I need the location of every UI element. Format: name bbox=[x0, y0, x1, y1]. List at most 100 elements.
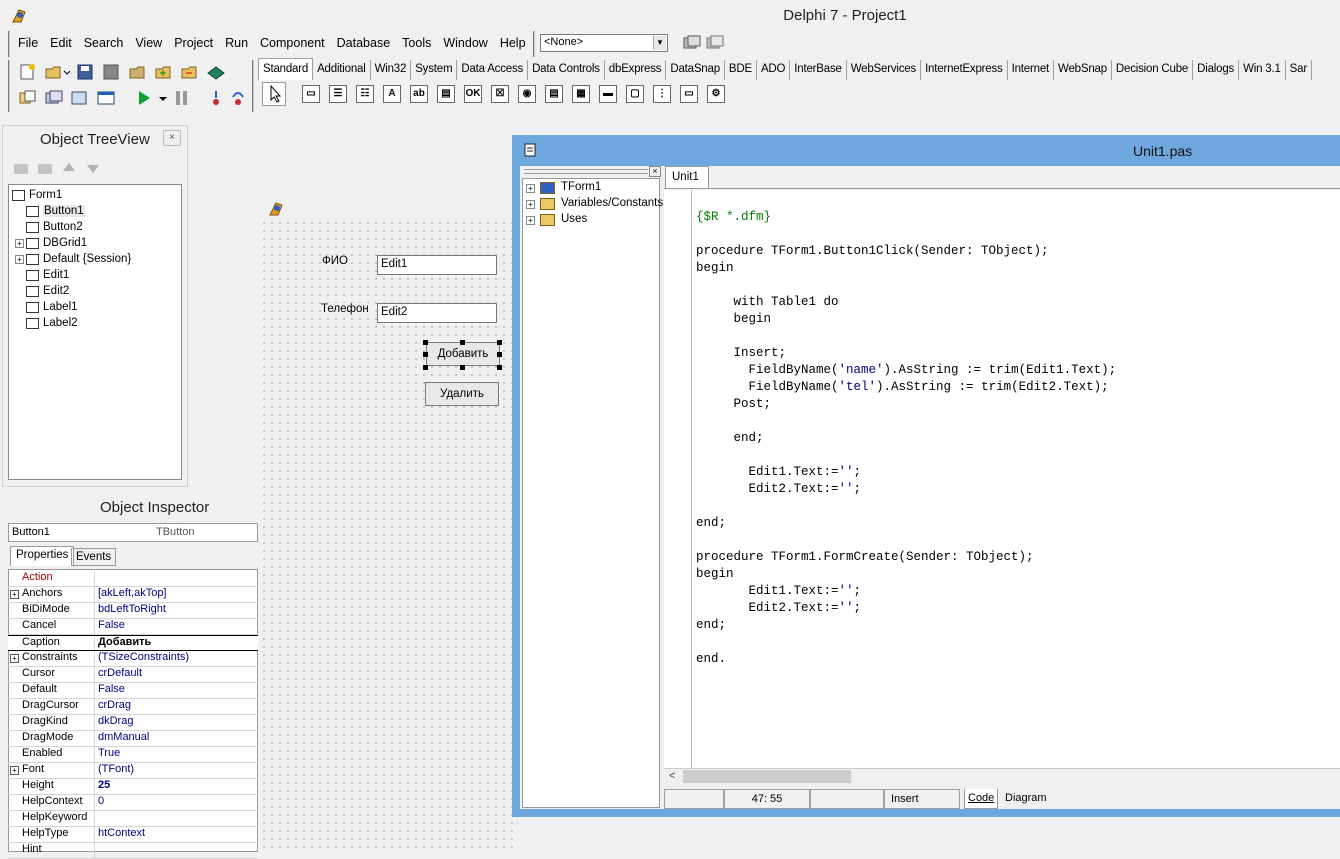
tab-properties[interactable]: Properties bbox=[10, 546, 75, 566]
menu-component[interactable]: Component bbox=[254, 33, 331, 55]
button-icon[interactable]: OK bbox=[464, 85, 482, 103]
property-row[interactable]: Cursor crDefault bbox=[8, 667, 258, 683]
pointer-tool[interactable] bbox=[262, 82, 286, 106]
property-value[interactable]: crDrag bbox=[95, 699, 131, 714]
palette-tab-dbexpress[interactable]: dbExpress bbox=[605, 60, 667, 80]
panel-icon[interactable]: ▭ bbox=[680, 85, 698, 103]
palette-tab-websnap[interactable]: WebSnap bbox=[1054, 60, 1112, 80]
property-value[interactable] bbox=[95, 843, 98, 858]
selection-handle[interactable] bbox=[423, 365, 428, 370]
tree-item[interactable]: + DBGrid1 bbox=[15, 235, 87, 251]
property-value[interactable]: False bbox=[95, 683, 125, 698]
delete-item-icon[interactable] bbox=[36, 160, 54, 176]
new-item-icon[interactable] bbox=[12, 160, 30, 176]
palette-tab-bde[interactable]: BDE bbox=[725, 60, 757, 80]
run-icon[interactable] bbox=[136, 89, 152, 107]
menu-tools[interactable]: Tools bbox=[396, 33, 437, 55]
view-form-icon[interactable] bbox=[706, 35, 724, 54]
property-value[interactable] bbox=[95, 811, 98, 826]
menu-window[interactable]: Window bbox=[437, 33, 493, 55]
help-book-icon[interactable] bbox=[206, 63, 228, 81]
palette-tab-standard[interactable]: Standard bbox=[258, 58, 314, 80]
view-form-list-icon[interactable] bbox=[44, 89, 64, 107]
property-row[interactable]: + Constraints (TSizeConstraints) bbox=[8, 651, 258, 667]
move-up-icon[interactable] bbox=[60, 160, 78, 176]
open-project-icon[interactable] bbox=[128, 63, 148, 81]
explorer-item-label[interactable]: Variables/Constants bbox=[561, 197, 663, 209]
pause-icon[interactable] bbox=[174, 89, 190, 107]
combobox-icon[interactable]: ▦ bbox=[572, 85, 590, 103]
selection-handle[interactable] bbox=[497, 340, 502, 345]
radiogroup-icon[interactable]: ⋮ bbox=[653, 85, 671, 103]
object-selector[interactable]: Button1 TButton bbox=[8, 523, 258, 542]
property-value[interactable]: (TSizeConstraints) bbox=[95, 651, 189, 666]
remove-file-icon[interactable] bbox=[180, 63, 200, 81]
tab-events[interactable]: Events bbox=[71, 548, 117, 566]
property-row[interactable]: Enabled True bbox=[8, 747, 258, 763]
tree-item[interactable]: Label1 bbox=[15, 299, 78, 315]
frame-icon[interactable]: ▭ bbox=[302, 85, 320, 103]
selection-handle[interactable] bbox=[460, 365, 465, 370]
expand-icon[interactable]: + bbox=[10, 654, 19, 663]
palette-tab-system[interactable]: System bbox=[411, 60, 458, 80]
menu-help[interactable]: Help bbox=[494, 33, 532, 55]
add-file-icon[interactable] bbox=[154, 63, 174, 81]
palette-tab-data-controls[interactable]: Data Controls bbox=[528, 60, 605, 80]
selection-handle[interactable] bbox=[460, 340, 465, 345]
palette-tab-datasnap[interactable]: DataSnap bbox=[666, 60, 725, 80]
popup-menu-icon[interactable]: ☷ bbox=[356, 85, 374, 103]
palette-tab-internet[interactable]: Internet bbox=[1008, 60, 1055, 80]
close-icon[interactable]: × bbox=[163, 130, 181, 146]
edit2-field[interactable]: Edit2 bbox=[377, 303, 497, 323]
palette-tab-interbase[interactable]: InterBase bbox=[790, 60, 847, 80]
menu-database[interactable]: Database bbox=[331, 33, 397, 55]
palette-tab-additional[interactable]: Additional bbox=[313, 60, 371, 80]
tree-item[interactable]: Button1 bbox=[15, 203, 85, 219]
expand-icon[interactable]: + bbox=[526, 200, 535, 209]
property-value[interactable]: bdLeftToRight bbox=[95, 603, 166, 618]
property-row[interactable]: HelpType htContext bbox=[8, 827, 258, 843]
palette-tab-dialogs[interactable]: Dialogs bbox=[1193, 60, 1240, 80]
scroll-left-icon[interactable]: < bbox=[669, 770, 675, 782]
menu-file[interactable]: File bbox=[12, 33, 44, 55]
property-row[interactable]: DragMode dmManual bbox=[8, 731, 258, 747]
tree-item[interactable]: Button2 bbox=[15, 219, 83, 235]
new-icon[interactable] bbox=[18, 63, 38, 81]
property-row[interactable]: Default False bbox=[8, 683, 258, 699]
palette-tab-data-access[interactable]: Data Access bbox=[457, 60, 529, 80]
property-value[interactable]: [akLeft,akTop] bbox=[95, 587, 167, 602]
property-value[interactable]: htContext bbox=[95, 827, 145, 842]
menu-run[interactable]: Run bbox=[219, 33, 254, 55]
move-down-icon[interactable] bbox=[84, 160, 102, 176]
radio-button-icon[interactable]: ◉ bbox=[518, 85, 536, 103]
property-row[interactable]: HelpKeyword bbox=[8, 811, 258, 827]
selection-handle[interactable] bbox=[497, 352, 502, 357]
expand-icon[interactable]: + bbox=[526, 184, 535, 193]
component-selector-combo[interactable]: <None> ▼ bbox=[540, 34, 668, 52]
label-icon[interactable]: A bbox=[383, 85, 401, 103]
tree-item[interactable]: Form1 bbox=[12, 187, 62, 203]
palette-tab-sar[interactable]: Sar bbox=[1286, 60, 1312, 80]
expand-icon[interactable]: + bbox=[15, 238, 24, 248]
palette-tab-win-3-1[interactable]: Win 3.1 bbox=[1239, 60, 1286, 80]
view-unit-list-icon[interactable] bbox=[18, 89, 38, 107]
new-form-icon[interactable] bbox=[96, 89, 118, 107]
palette-tab-ado[interactable]: ADO bbox=[757, 60, 791, 80]
palette-tab-webservices[interactable]: WebServices bbox=[847, 60, 922, 80]
edit-icon[interactable]: ab bbox=[410, 85, 428, 103]
explorer-item-label[interactable]: TForm1 bbox=[561, 181, 601, 193]
delete-button[interactable]: Удалить bbox=[425, 382, 499, 406]
property-value[interactable] bbox=[95, 571, 98, 586]
property-row[interactable]: HelpContext 0 bbox=[8, 795, 258, 811]
property-value[interactable]: dkDrag bbox=[95, 715, 133, 730]
trace-into-icon[interactable] bbox=[208, 89, 224, 107]
menu-edit[interactable]: Edit bbox=[44, 33, 78, 55]
property-value[interactable]: True bbox=[95, 747, 120, 762]
expand-icon[interactable]: + bbox=[10, 766, 19, 775]
property-value[interactable]: crDefault bbox=[95, 667, 142, 682]
palette-tab-internetexpress[interactable]: InternetExpress bbox=[921, 60, 1008, 80]
property-value[interactable]: False bbox=[95, 619, 125, 634]
tab-code[interactable]: Code bbox=[964, 789, 999, 809]
tree-item[interactable]: Label2 bbox=[15, 315, 78, 331]
property-value[interactable]: Добавить bbox=[95, 636, 151, 650]
